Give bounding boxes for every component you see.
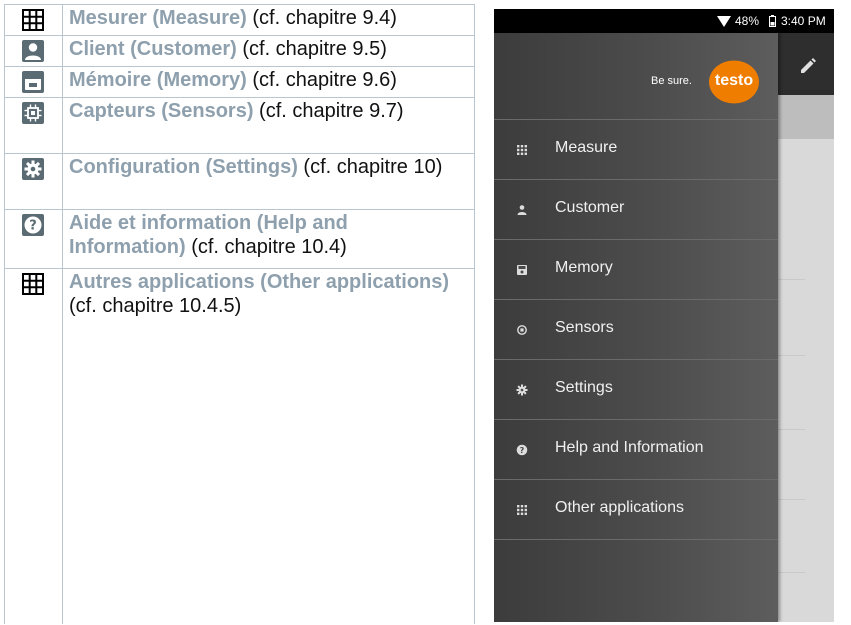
table-row: Mesurer (Measure) (cf. chapitre 9.4) xyxy=(5,4,475,36)
floppy-disk-icon xyxy=(22,71,44,93)
gear-icon xyxy=(22,158,44,180)
menu-item-label: Sensors xyxy=(555,319,614,336)
gear-icon xyxy=(516,384,528,396)
grid-icon xyxy=(22,9,44,31)
grid-icon xyxy=(517,145,527,155)
background-divider xyxy=(778,429,805,430)
menu-item-label: Memory xyxy=(555,259,613,276)
clock: 3:40 PM xyxy=(781,14,826,28)
row-text: Aide et information (Help and Informatio… xyxy=(69,211,465,259)
menu-item-label: Other applications xyxy=(555,499,684,516)
background-divider xyxy=(778,499,805,500)
svg-text:?: ? xyxy=(29,219,37,234)
menu-item-measure[interactable]: Measure xyxy=(494,119,778,180)
term: Mémoire (Memory) xyxy=(69,69,247,91)
term: Capteurs (Sensors) xyxy=(69,100,254,122)
help-icon: ? xyxy=(22,214,44,236)
menu-item-label: Settings xyxy=(555,379,613,396)
row-text: Autres applications (Other applications)… xyxy=(69,270,465,318)
svg-text:?: ? xyxy=(520,446,525,455)
menu-item-label: Customer xyxy=(555,199,625,216)
table-row: Configuration (Settings) (cf. chapitre 1… xyxy=(5,153,475,210)
chapter-ref: (cf. chapitre 10) xyxy=(297,156,443,178)
menu-item-label: Help and Information xyxy=(555,439,704,456)
grid-icon xyxy=(22,273,44,295)
navigation-drawer: Be sure. testo Measure Customer Memory S… xyxy=(494,33,778,622)
row-text: Configuration (Settings) (cf. chapitre 1… xyxy=(69,155,465,179)
background-divider xyxy=(778,572,805,573)
person-icon xyxy=(22,40,44,62)
table-row: Autres applications (Other applications)… xyxy=(5,268,475,625)
table-row: Client (Customer) (cf. chapitre 9.5) xyxy=(5,35,475,67)
menu-item-other-applications[interactable]: Other applications xyxy=(494,479,778,540)
status-bar: 48% 3:40 PM xyxy=(494,9,834,33)
table-row: Capteurs (Sensors) (cf. chapitre 9.7) xyxy=(5,97,475,154)
background-header-strip xyxy=(778,95,834,139)
term: Mesurer (Measure) xyxy=(69,7,247,29)
menu-item-settings[interactable]: Settings xyxy=(494,359,778,420)
menu-item-label: Measure xyxy=(555,139,618,156)
chapter-ref: (cf. chapitre 10.4.5) xyxy=(69,295,242,317)
term: Client (Customer) xyxy=(69,38,237,60)
chip-icon xyxy=(22,102,44,124)
edit-pencil-icon[interactable] xyxy=(797,55,819,77)
person-icon xyxy=(517,205,527,215)
menu-item-sensors[interactable]: Sensors xyxy=(494,299,778,360)
chapter-ref: (cf. chapitre 9.4) xyxy=(246,7,397,29)
background-divider xyxy=(778,279,805,280)
chapter-ref: (cf. chapitre 9.7) xyxy=(253,100,404,122)
grid-icon xyxy=(517,505,527,515)
battery-icon xyxy=(769,15,776,27)
chapter-ref: (cf. chapitre 9.6) xyxy=(246,69,397,91)
background-divider xyxy=(778,355,805,356)
help-icon: ? xyxy=(516,444,528,456)
table-row: ? Aide et information (Help and Informat… xyxy=(5,209,475,269)
chip-icon xyxy=(517,325,527,335)
chapter-ref: (cf. chapitre 9.5) xyxy=(236,38,387,60)
brand-tagline: Be sure. xyxy=(651,75,692,87)
menu-item-help[interactable]: ? Help and Information xyxy=(494,419,778,480)
logo-text: testo xyxy=(714,72,754,89)
phone-screenshot: 48% 3:40 PM Be sure. testo Measure Custo… xyxy=(494,9,834,622)
row-text: Client (Customer) (cf. chapitre 9.5) xyxy=(69,37,465,61)
menu-item-customer[interactable]: Customer xyxy=(494,179,778,240)
documentation-table: Mesurer (Measure) (cf. chapitre 9.4) Cli… xyxy=(4,4,475,624)
chapter-ref: (cf. chapitre 10.4) xyxy=(185,236,347,258)
row-text: Mémoire (Memory) (cf. chapitre 9.6) xyxy=(69,68,465,92)
battery-percent: 48% xyxy=(735,14,760,28)
floppy-disk-icon xyxy=(517,265,527,275)
drawer-header: Be sure. testo xyxy=(494,33,778,119)
term: Configuration (Settings) xyxy=(69,156,298,178)
row-text: Capteurs (Sensors) (cf. chapitre 9.7) xyxy=(69,99,465,123)
term: Autres applications (Other applications) xyxy=(69,271,450,293)
row-text: Mesurer (Measure) (cf. chapitre 9.4) xyxy=(69,6,465,30)
menu-bottom-divider xyxy=(494,539,778,541)
menu-item-memory[interactable]: Memory xyxy=(494,239,778,300)
testo-logo: testo xyxy=(708,60,760,104)
table-row: Mémoire (Memory) (cf. chapitre 9.6) xyxy=(5,66,475,98)
wifi-icon xyxy=(717,16,731,27)
